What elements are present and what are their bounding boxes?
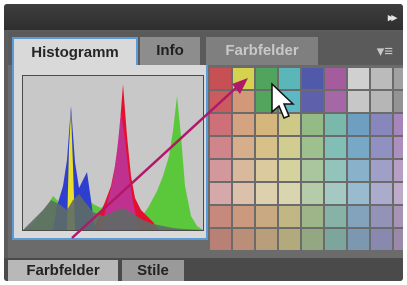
color-swatch[interactable] [394, 91, 403, 112]
swatch-grid [210, 68, 403, 253]
color-swatch[interactable] [394, 183, 403, 204]
tab-farbfelder-bottom[interactable]: Farbfelder [8, 260, 118, 281]
color-swatch[interactable] [279, 206, 300, 227]
color-swatch[interactable] [394, 206, 403, 227]
color-swatch[interactable] [233, 91, 254, 112]
color-swatch[interactable] [279, 114, 300, 135]
color-swatch[interactable] [325, 114, 346, 135]
color-swatch[interactable] [302, 91, 323, 112]
color-swatch[interactable] [394, 114, 403, 135]
histogram-chart [23, 84, 203, 230]
color-swatch[interactable] [302, 183, 323, 204]
color-swatch[interactable] [256, 91, 277, 112]
color-swatch[interactable] [302, 137, 323, 158]
color-swatch[interactable] [348, 206, 369, 227]
color-swatch[interactable] [371, 68, 392, 89]
histogram-graph [22, 75, 204, 231]
tab-stile[interactable]: Stile [122, 260, 184, 281]
color-swatch[interactable] [256, 114, 277, 135]
color-swatch[interactable] [371, 183, 392, 204]
color-swatch[interactable] [233, 68, 254, 89]
color-swatch[interactable] [210, 183, 231, 204]
color-swatch[interactable] [279, 91, 300, 112]
color-swatch[interactable] [210, 160, 231, 181]
color-swatch[interactable] [233, 114, 254, 135]
double-chevron-right-icon[interactable]: ▸▸ [388, 11, 397, 24]
color-swatch[interactable] [394, 160, 403, 181]
color-swatch[interactable] [233, 137, 254, 158]
color-swatch[interactable] [256, 206, 277, 227]
color-swatch[interactable] [279, 137, 300, 158]
color-swatch[interactable] [302, 229, 323, 250]
color-swatch[interactable] [256, 160, 277, 181]
color-swatch[interactable] [233, 160, 254, 181]
color-swatch[interactable] [302, 114, 323, 135]
color-swatch[interactable] [325, 229, 346, 250]
color-swatch[interactable] [233, 229, 254, 250]
color-swatch[interactable] [302, 68, 323, 89]
color-swatch[interactable] [256, 68, 277, 89]
color-swatch[interactable] [233, 206, 254, 227]
histogram-content [12, 65, 208, 240]
tab-info[interactable]: Info [140, 37, 200, 65]
color-swatch[interactable] [210, 114, 231, 135]
color-swatch[interactable] [325, 206, 346, 227]
color-swatch[interactable] [348, 229, 369, 250]
panel-tabs: Histogramm Info Farbfelder ▾≡ [8, 32, 403, 65]
color-swatch[interactable] [348, 160, 369, 181]
color-swatch[interactable] [302, 206, 323, 227]
panel-window: ▸▸ Histogramm Info Farbfelder ▾≡ Farbfel… [4, 4, 403, 281]
color-swatch[interactable] [256, 183, 277, 204]
color-swatch[interactable] [256, 229, 277, 250]
color-swatch[interactable] [210, 137, 231, 158]
color-swatch[interactable] [325, 160, 346, 181]
color-swatch[interactable] [210, 206, 231, 227]
color-swatch[interactable] [210, 229, 231, 250]
color-swatch[interactable] [325, 183, 346, 204]
color-swatch[interactable] [371, 137, 392, 158]
color-swatch[interactable] [210, 68, 231, 89]
color-swatch[interactable] [371, 160, 392, 181]
color-swatch[interactable] [348, 114, 369, 135]
color-swatch[interactable] [394, 229, 403, 250]
bottom-tab-bar: Farbfelder Stile [4, 258, 403, 281]
color-swatch[interactable] [371, 206, 392, 227]
color-swatch[interactable] [394, 68, 403, 89]
color-swatch[interactable] [279, 160, 300, 181]
color-swatch[interactable] [210, 91, 231, 112]
color-swatch[interactable] [279, 183, 300, 204]
color-swatch[interactable] [302, 160, 323, 181]
color-swatch[interactable] [371, 114, 392, 135]
color-swatch[interactable] [325, 68, 346, 89]
tab-histogramm[interactable]: Histogramm [12, 37, 138, 65]
color-swatch[interactable] [371, 229, 392, 250]
color-swatch[interactable] [233, 183, 254, 204]
panel-title-bar: ▸▸ [4, 4, 403, 30]
histogram-panel: Histogramm Info Farbfelder ▾≡ [8, 32, 403, 258]
panel-menu-icon[interactable]: ▾≡ [377, 42, 393, 60]
color-swatch[interactable] [325, 137, 346, 158]
color-swatch[interactable] [348, 68, 369, 89]
color-swatch[interactable] [348, 91, 369, 112]
tab-farbfelder[interactable]: Farbfelder [206, 37, 318, 65]
color-swatch[interactable] [348, 183, 369, 204]
color-swatch[interactable] [325, 91, 346, 112]
color-swatch[interactable] [256, 137, 277, 158]
color-swatch[interactable] [279, 229, 300, 250]
color-swatch[interactable] [371, 91, 392, 112]
color-swatch[interactable] [279, 68, 300, 89]
color-swatch[interactable] [394, 137, 403, 158]
color-swatch[interactable] [348, 137, 369, 158]
